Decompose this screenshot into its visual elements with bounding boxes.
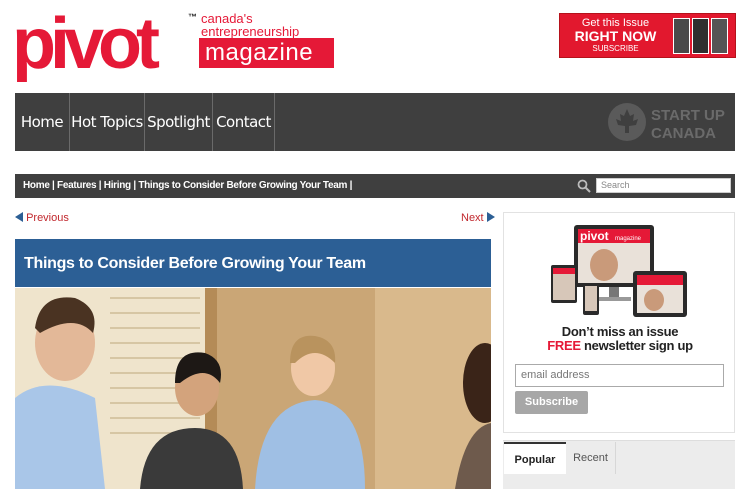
subscribe-button[interactable]: Subscribe [515, 391, 588, 414]
previous-link[interactable]: Previous [15, 212, 69, 224]
arrow-left-icon [15, 212, 23, 222]
main-navigation: Home Hot Topics Spotlight Contact START … [15, 93, 735, 151]
magazine-cover-thumb [673, 18, 690, 54]
tab-popular[interactable]: Popular [504, 442, 566, 474]
logo-magazine-label: magazine [199, 38, 334, 68]
partner-logo-line-1: START UP [651, 107, 725, 124]
subscribe-promo-banner[interactable]: Get this Issue RIGHT NOW SUBSCRIBE [559, 13, 736, 58]
nav-item-spotlight[interactable]: Spotlight [145, 93, 213, 151]
breadcrumb-bar: Home | Features | Hiring | Things to Con… [15, 174, 735, 198]
article-title: Things to Consider Before Growing Your T… [24, 255, 366, 272]
magazine-cover-thumb [692, 18, 709, 54]
breadcrumb[interactable]: Home | Features | Hiring | Things to Con… [23, 174, 352, 198]
newsletter-signup-panel: pivot magazine Don’t miss an issue FREE … [503, 212, 735, 433]
arrow-right-icon [486, 212, 495, 222]
search-input[interactable]: Search [596, 178, 731, 193]
device-magazine-label: magazine [615, 236, 642, 242]
nav-item-home[interactable]: Home [15, 93, 70, 151]
nav-item-contact[interactable]: Contact [213, 93, 275, 151]
partner-logo-line-2: CANADA [651, 125, 716, 142]
sidebar-tabs: Popular Recent [503, 440, 735, 489]
magazine-devices-image: pivot magazine [551, 225, 687, 317]
newsletter-subheadline: FREE newsletter sign up [504, 338, 736, 353]
search-icon[interactable] [577, 179, 591, 193]
promo-subscribe-link[interactable]: SUBSCRIBE [568, 44, 663, 53]
free-label: FREE [547, 338, 581, 353]
logo-wordmark: pivot [14, 10, 160, 82]
article-hero-image [15, 288, 491, 489]
newsletter-label: newsletter sign up [580, 338, 693, 353]
trademark-symbol: ™ [188, 12, 197, 22]
logo-tagline: canada's entrepreneurship [201, 12, 331, 38]
promo-line-2: RIGHT NOW [574, 28, 657, 44]
article-title-bar: Things to Consider Before Growing Your T… [15, 239, 491, 287]
next-link[interactable]: Next [461, 212, 495, 224]
magazine-cover-thumb [711, 18, 728, 54]
email-field[interactable]: email address [515, 364, 724, 387]
startup-canada-logo[interactable]: START UP CANADA [607, 101, 727, 143]
next-label: Next [461, 212, 484, 224]
tab-recent[interactable]: Recent [566, 442, 616, 474]
newsletter-headline: Don’t miss an issue [561, 324, 679, 339]
nav-item-hot-topics[interactable]: Hot Topics [70, 93, 145, 151]
pivot-logo[interactable]: pivot [14, 10, 198, 82]
previous-label: Previous [26, 212, 69, 224]
device-wordmark: pivot [580, 229, 609, 243]
tagline-line-2: entrepreneurship [201, 24, 300, 39]
